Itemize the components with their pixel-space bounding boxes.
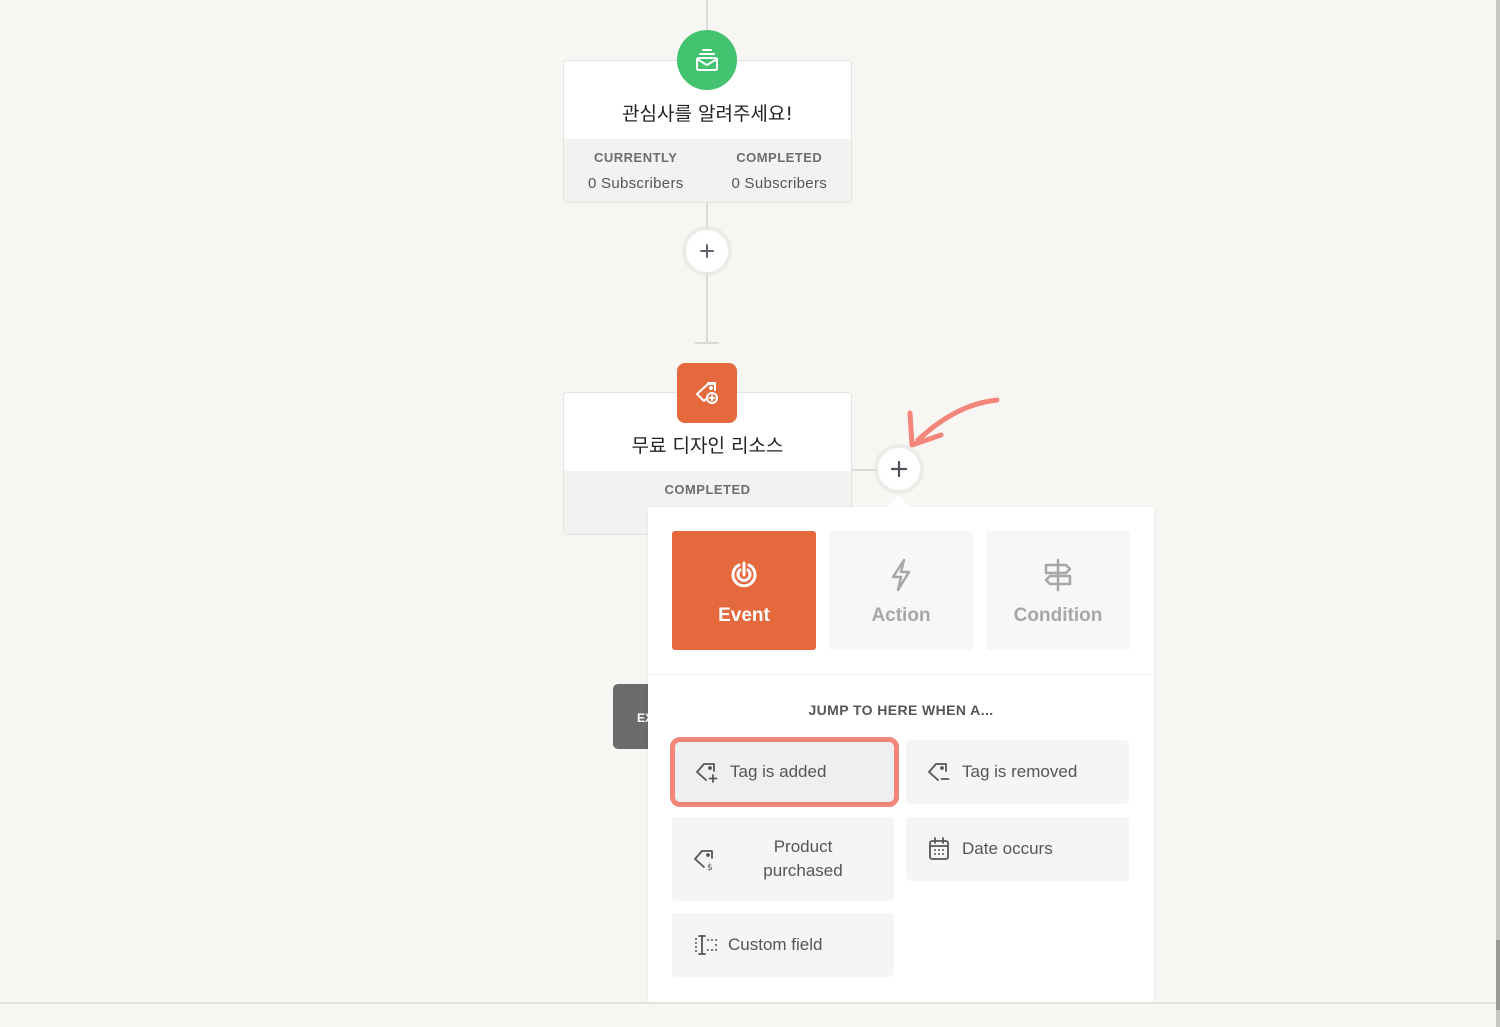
text-cursor-icon (692, 932, 718, 958)
tab-label: Condition (1013, 605, 1103, 626)
add-step-button[interactable] (686, 230, 728, 272)
trigger-tag-added[interactable]: Tag is added (670, 737, 899, 807)
stat-label: COMPLETED (736, 150, 823, 165)
trigger-product-purchased[interactable]: $ Product purchased (672, 817, 894, 901)
plus-icon (700, 244, 714, 258)
calendar-icon (926, 836, 952, 862)
trigger-tag-removed[interactable]: Tag is removed (906, 740, 1129, 804)
stat-value: 0 Subscribers (731, 175, 828, 192)
stat-currently: CURRENTLY 0 Subscribers (564, 139, 708, 202)
add-step-popover: Event Action Condition JUMP TO HERE WHEN… (648, 507, 1154, 1002)
node-stats: CURRENTLY 0 Subscribers COMPLETED 0 Subs… (564, 139, 852, 202)
jump-heading: JUMP TO HERE WHEN A... (808, 702, 994, 718)
scrollbar-thumb[interactable] (1496, 940, 1500, 1010)
annotation-arrow-icon (907, 397, 1000, 448)
trigger-label: Custom field (728, 935, 823, 954)
tag-dollar-icon: $ (692, 846, 718, 872)
trigger-custom-field[interactable]: Custom field (672, 913, 894, 977)
connector-line (706, 203, 708, 343)
scrollbar-track[interactable] (1496, 0, 1500, 1027)
lightning-icon (888, 557, 914, 593)
trigger-label: Product purchased (763, 837, 843, 880)
connector-end (695, 342, 719, 344)
tab-event[interactable]: Event (672, 531, 816, 650)
signpost-icon (1043, 557, 1073, 593)
tag-remove-icon (926, 759, 952, 785)
event-target-icon (727, 557, 761, 593)
bottom-bar (0, 1002, 1497, 1027)
trigger-label: Date occurs (962, 839, 1053, 858)
tab-label: Event (718, 605, 770, 626)
stat-value: 0 Subscribers (587, 175, 684, 192)
tag-add-icon (694, 759, 720, 785)
plus-icon (891, 461, 907, 477)
email-icon (677, 30, 737, 90)
trigger-date-occurs[interactable]: Date occurs (906, 817, 1129, 881)
step-type-tabs: Event Action Condition (672, 531, 1130, 650)
connector-line (850, 469, 880, 471)
tag-add-icon (677, 363, 737, 423)
stat-label: COMPLETED (664, 482, 751, 497)
trigger-label: Tag is removed (962, 762, 1078, 781)
connector-line (706, 0, 708, 32)
divider (648, 674, 1154, 675)
tab-label: Action (871, 605, 931, 626)
tab-condition[interactable]: Condition (986, 531, 1130, 650)
stat-label: CURRENTLY (594, 150, 678, 165)
svg-text:$: $ (707, 863, 713, 872)
tab-action[interactable]: Action (829, 531, 973, 650)
stat-completed: COMPLETED 0 Subscribers (708, 139, 852, 202)
trigger-label: Tag is added (730, 762, 827, 781)
